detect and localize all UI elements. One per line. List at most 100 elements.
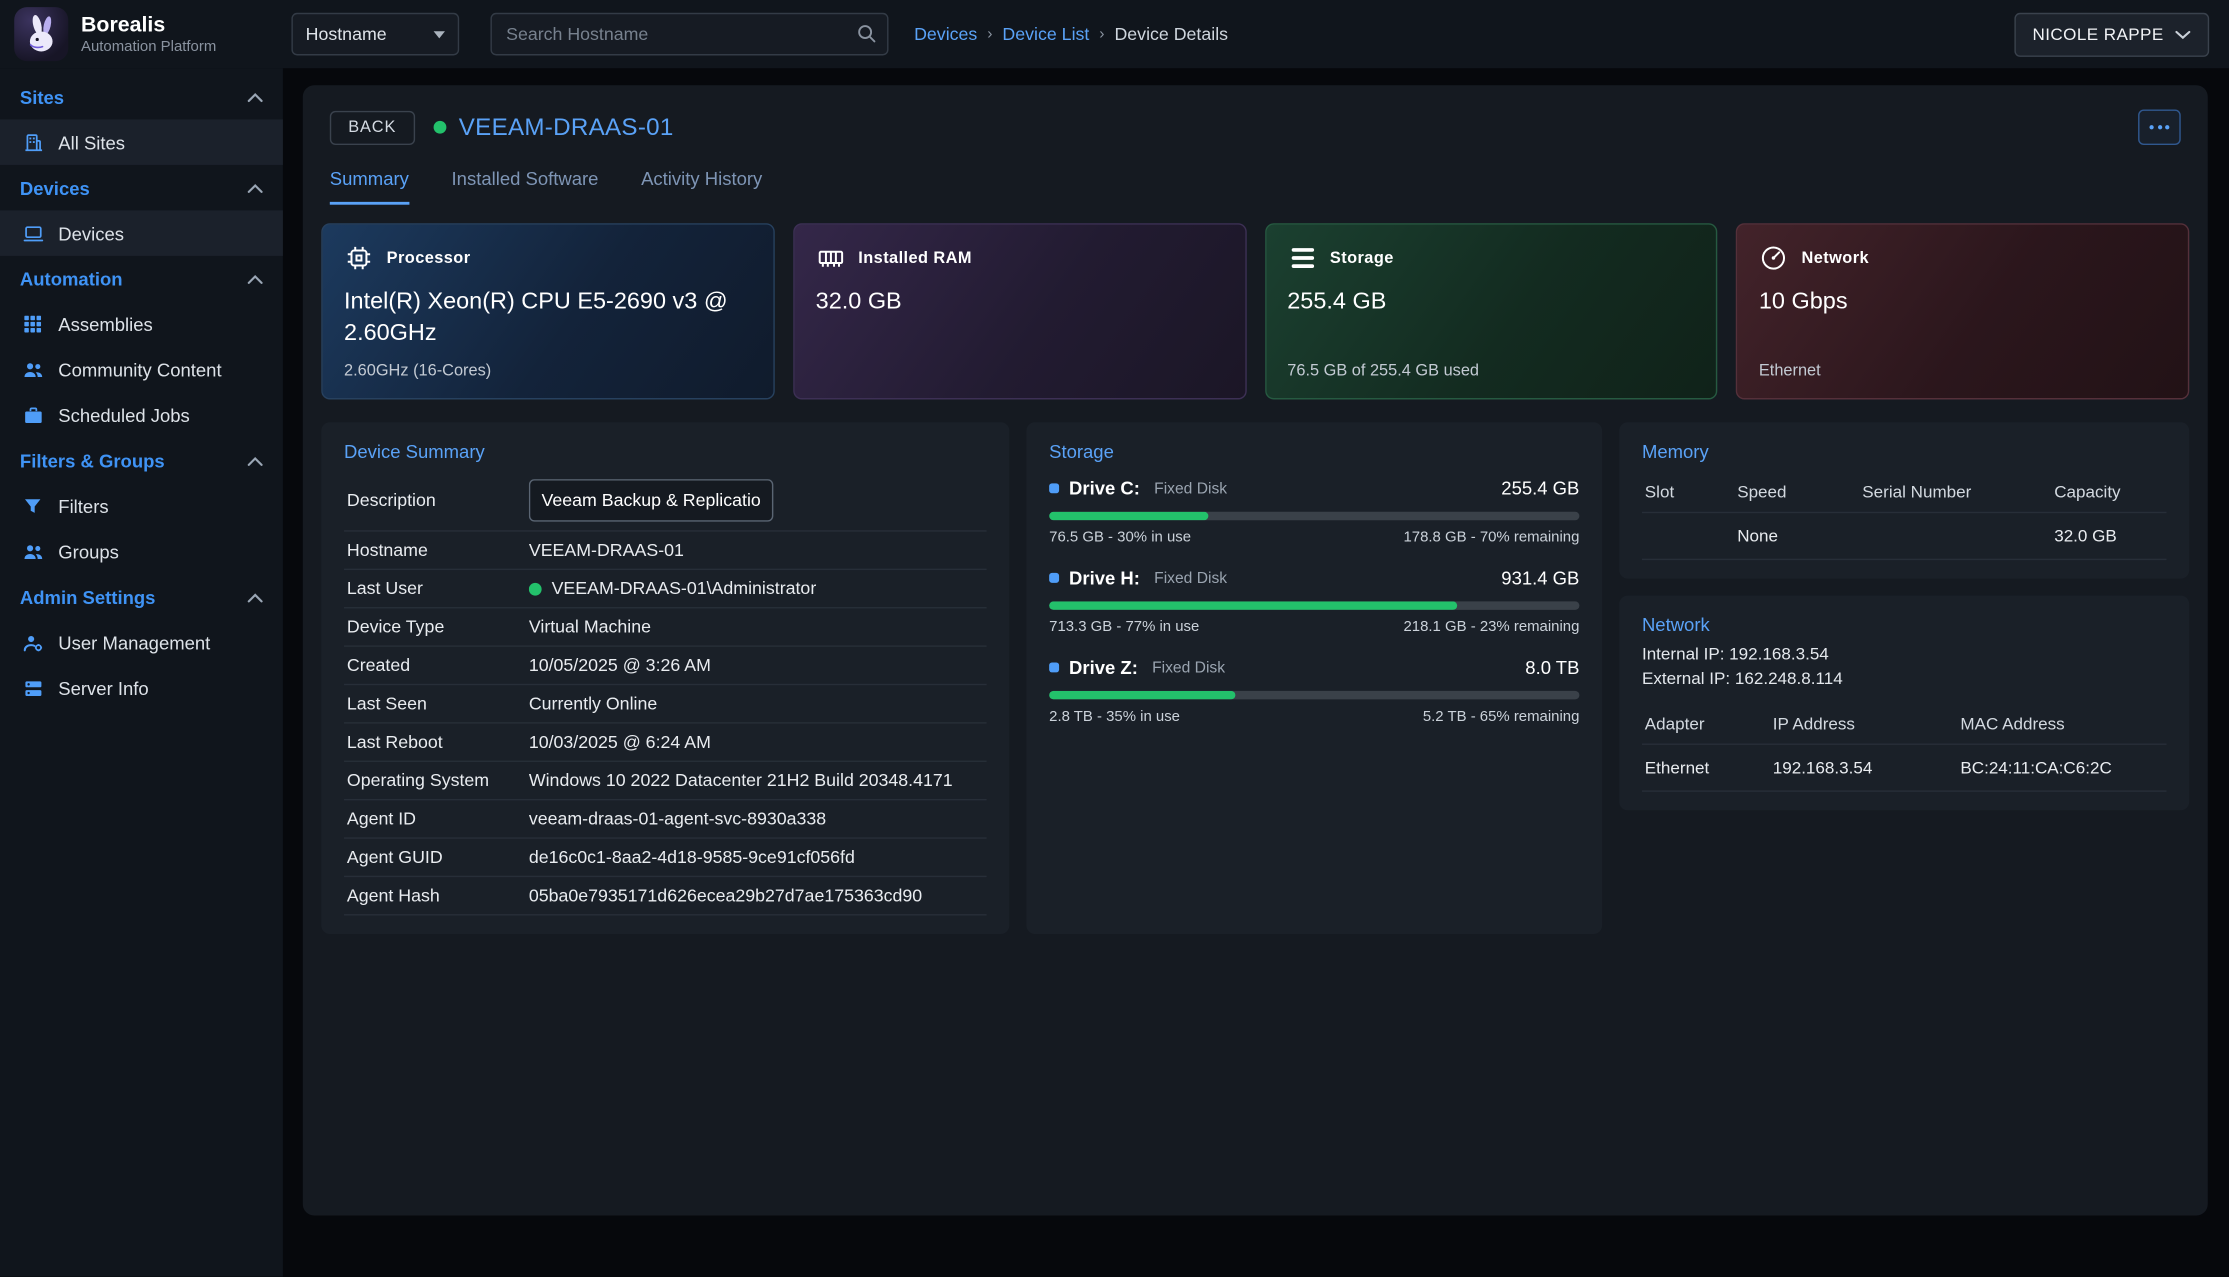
memory-header-capacity: Capacity (2054, 482, 2163, 502)
sidebar-item-server-info[interactable]: Server Info (0, 665, 283, 710)
stat-card-title: Network (1802, 249, 1870, 266)
tab-summary[interactable]: Summary (330, 168, 409, 205)
drive-bullet-icon (1049, 662, 1059, 672)
sidebar-section-filters-groups[interactable]: Filters & Groups (0, 438, 283, 483)
filter-icon (21, 495, 44, 518)
memory-header-speed: Speed (1737, 482, 1862, 502)
summary-row-agent-hash: Agent Hash 05ba0e7935171d626ecea29b27d7a… (344, 877, 987, 915)
network-ip: 192.168.3.54 (1773, 758, 1961, 778)
summary-row-agent-id: Agent ID veeam-draas-01-agent-svc-8930a3… (344, 800, 987, 838)
app-root: Borealis Automation Platform Hostname De… (0, 0, 2229, 1277)
more-actions-button[interactable] (2138, 109, 2181, 145)
hostname-filter-select[interactable]: Hostname (291, 13, 459, 56)
drive-name: Drive Z: (1069, 657, 1138, 678)
device-name: VEEAM-DRAAS-01 (459, 113, 674, 141)
memory-speed: None (1737, 526, 1862, 546)
drive-used: 2.8 TB - 35% in use (1049, 708, 1180, 725)
device-summary-panel: Device Summary Description Hostname VEEA… (321, 422, 1009, 934)
drive-name: Drive H: (1069, 567, 1140, 588)
sidebar-section-sites[interactable]: Sites (0, 74, 283, 119)
breadcrumb-current: Device Details (1114, 24, 1228, 44)
search-input[interactable] (490, 13, 888, 56)
user-menu-button[interactable]: NICOLE RAPPE (2014, 12, 2209, 56)
sidebar-section-automation[interactable]: Automation (0, 256, 283, 301)
user-name: NICOLE RAPPE (2032, 24, 2163, 44)
sidebar-section-admin-settings[interactable]: Admin Settings (0, 574, 283, 619)
drive-type: Fixed Disk (1152, 659, 1225, 676)
drive-used: 76.5 GB - 30% in use (1049, 529, 1191, 546)
search-icon (856, 23, 877, 44)
external-ip: External IP: 162.248.8.114 (1642, 668, 2167, 688)
row-label: Agent ID (347, 809, 529, 829)
stat-card-title: Storage (1330, 249, 1394, 266)
sidebar-item-label: Server Info (58, 677, 148, 698)
breadcrumb-separator: › (987, 26, 992, 43)
storage-panel: Storage Drive C: Fixed Disk 255.4 GB 76.… (1026, 422, 1602, 934)
row-label: Hostname (347, 540, 529, 560)
back-button[interactable]: BACK (330, 110, 415, 144)
drive-h: Drive H: Fixed Disk 931.4 GB 713.3 GB - … (1049, 567, 1579, 635)
summary-row-last-user: Last User VEEAM-DRAAS-01\Administrator (344, 570, 987, 608)
summary-row-device-type: Device Type Virtual Machine (344, 608, 987, 646)
chevron-up-icon (247, 183, 263, 194)
brand-text: Borealis Automation Platform (81, 13, 216, 55)
sidebar-item-label: Assemblies (58, 313, 152, 334)
network-header-ip: IP Address (1773, 714, 1961, 734)
panel-title: Memory (1642, 441, 2167, 462)
groups-icon (21, 540, 44, 563)
topbar: Borealis Automation Platform Hostname De… (0, 0, 2229, 68)
sidebar-item-groups[interactable]: Groups (0, 529, 283, 574)
drive-remaining: 178.8 GB - 70% remaining (1403, 529, 1579, 546)
row-value: VEEAM-DRAAS-01\Administrator (552, 579, 817, 599)
panel-title: Network (1642, 614, 2167, 635)
tab-activity-history[interactable]: Activity History (641, 168, 762, 205)
chevron-down-icon (434, 31, 445, 38)
drive-usage-fill (1049, 691, 1235, 700)
sidebar-section-devices[interactable]: Devices (0, 165, 283, 210)
drive-size: 8.0 TB (1525, 657, 1579, 678)
laptop-icon (21, 222, 44, 245)
sidebar-item-scheduled-jobs[interactable]: Scheduled Jobs (0, 392, 283, 437)
stat-card-title: Processor (387, 249, 471, 266)
row-value: 10/05/2025 @ 3:26 AM (529, 655, 984, 675)
ram-icon (816, 243, 846, 273)
storage-footer: 76.5 GB of 255.4 GB used (1287, 363, 1695, 380)
sidebar-item-devices[interactable]: Devices (0, 210, 283, 255)
summary-row-created: Created 10/05/2025 @ 3:26 AM (344, 647, 987, 685)
drive-bullet-icon (1049, 483, 1059, 493)
sidebar-item-filters[interactable]: Filters (0, 483, 283, 528)
drive-type: Fixed Disk (1154, 569, 1227, 586)
row-value: Currently Online (529, 694, 984, 714)
tab-installed-software[interactable]: Installed Software (452, 168, 599, 205)
breadcrumb-device-list[interactable]: Device List (1002, 24, 1089, 44)
processor-footer: 2.60GHz (16-Cores) (344, 363, 752, 380)
row-label: Agent GUID (347, 847, 529, 867)
chevron-down-icon (2175, 29, 2191, 39)
chevron-up-icon (247, 274, 263, 285)
breadcrumb-devices[interactable]: Devices (914, 24, 977, 44)
network-header-adapter: Adapter (1645, 714, 1773, 734)
stat-card-title: Installed RAM (858, 249, 972, 266)
grid-icon (21, 313, 44, 336)
sidebar: Sites All Sites Devices Devices Automati… (0, 68, 283, 1276)
server-icon (21, 677, 44, 700)
cpu-icon (344, 243, 374, 273)
processor-card: Processor Intel(R) Xeon(R) CPU E5-2690 v… (321, 223, 774, 399)
sidebar-item-all-sites[interactable]: All Sites (0, 119, 283, 164)
chevron-up-icon (247, 92, 263, 103)
sidebar-item-assemblies[interactable]: Assemblies (0, 301, 283, 346)
section-label: Sites (20, 87, 64, 108)
drive-size: 931.4 GB (1501, 567, 1579, 588)
memory-header-serial: Serial Number (1862, 482, 2054, 502)
network-panel: Network Internal IP: 192.168.3.54 Extern… (1619, 596, 2189, 811)
sidebar-item-user-management[interactable]: User Management (0, 620, 283, 665)
storage-icon (1287, 243, 1317, 273)
device-details-panel: BACK VEEAM-DRAAS-01 Summary Installed So… (303, 85, 2208, 1215)
description-input[interactable] (529, 479, 774, 522)
memory-row: None 32.0 GB (1642, 513, 2167, 560)
drive-remaining: 5.2 TB - 65% remaining (1423, 708, 1580, 725)
row-label: Last Reboot (347, 732, 529, 752)
sidebar-item-label: User Management (58, 632, 210, 653)
search-container (490, 13, 888, 56)
sidebar-item-community-content[interactable]: Community Content (0, 347, 283, 392)
